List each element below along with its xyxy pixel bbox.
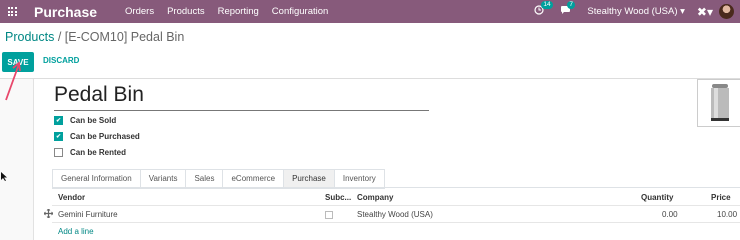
- apps-menu-icon[interactable]: [0, 0, 24, 23]
- column-header-company[interactable]: Company: [357, 193, 393, 202]
- company-name: Stealthy Wood (USA): [587, 6, 678, 17]
- activity-count-badge: 14: [541, 1, 553, 9]
- top-navbar: Purchase Orders Products Reporting Confi…: [0, 0, 740, 23]
- can-be-sold-label: Can be Sold: [70, 116, 117, 125]
- form-sheet: Pedal Bin ✔ Can be Sold ✔ Can be Purchas…: [33, 79, 740, 240]
- drag-handle-icon[interactable]: [44, 209, 53, 218]
- discard-button[interactable]: DISCARD: [43, 56, 79, 65]
- pedal-bin-image-icon: [711, 84, 729, 121]
- can-be-rented-row: Can be Rented: [54, 148, 126, 157]
- can-be-purchased-checkbox[interactable]: ✔: [54, 132, 63, 141]
- breadcrumb-products-link[interactable]: Products: [5, 30, 54, 44]
- menu-reporting[interactable]: Reporting: [218, 6, 259, 17]
- mouse-cursor-icon: [1, 172, 7, 181]
- product-image[interactable]: [697, 79, 740, 127]
- menu-orders[interactable]: Orders: [125, 6, 154, 17]
- tab-ecommerce[interactable]: eCommerce: [222, 169, 284, 189]
- can-be-rented-checkbox[interactable]: [54, 148, 63, 157]
- product-name-field[interactable]: Pedal Bin: [54, 83, 429, 111]
- notebook-tabs: General Information Variants Sales eComm…: [52, 169, 385, 189]
- can-be-purchased-row: ✔ Can be Purchased: [54, 132, 140, 141]
- add-a-line-link[interactable]: Add a line: [58, 227, 94, 236]
- can-be-rented-label: Can be Rented: [70, 148, 127, 157]
- tab-purchase[interactable]: Purchase: [283, 169, 334, 189]
- column-header-quantity[interactable]: Quantity: [641, 193, 673, 202]
- quantity-cell[interactable]: 0.00: [662, 210, 678, 219]
- menu-configuration[interactable]: Configuration: [272, 6, 329, 17]
- breadcrumb-current: [E-COM10] Pedal Bin: [64, 30, 185, 44]
- activity-clock-icon[interactable]: 14: [534, 1, 553, 18]
- control-panel: Products / [E-COM10] Pedal Bin SAVE DISC…: [0, 23, 740, 79]
- header-divider: [52, 205, 740, 206]
- column-header-subcontractor[interactable]: Subc...: [325, 193, 351, 202]
- tab-variants[interactable]: Variants: [139, 169, 186, 189]
- company-cell[interactable]: Stealthy Wood (USA): [357, 210, 433, 219]
- breadcrumb-separator: /: [57, 30, 65, 44]
- column-header-price[interactable]: Price: [711, 193, 731, 202]
- debug-tools-icon[interactable]: ✖▾: [697, 5, 713, 19]
- menu-products[interactable]: Products: [167, 6, 205, 17]
- user-avatar[interactable]: [719, 4, 734, 19]
- tab-divider: [52, 187, 740, 188]
- row-divider: [52, 222, 740, 223]
- can-be-sold-checkbox[interactable]: ✔: [54, 116, 63, 125]
- tab-inventory[interactable]: Inventory: [333, 169, 385, 189]
- vendor-cell[interactable]: Gemini Furniture: [58, 210, 118, 219]
- pointer-arrow-annotation: [5, 61, 21, 101]
- subcontractor-checkbox[interactable]: [325, 211, 333, 219]
- column-header-vendor[interactable]: Vendor: [58, 193, 85, 202]
- app-name[interactable]: Purchase: [34, 4, 97, 20]
- breadcrumb: Products / [E-COM10] Pedal Bin: [5, 30, 184, 44]
- message-count-badge: 7: [567, 1, 575, 9]
- company-switcher[interactable]: Stealthy Wood (USA) ▾: [587, 6, 685, 17]
- can-be-sold-row: ✔ Can be Sold: [54, 116, 116, 125]
- can-be-purchased-label: Can be Purchased: [70, 132, 140, 141]
- tab-sales[interactable]: Sales: [185, 169, 223, 189]
- messages-chat-icon[interactable]: 7: [560, 1, 575, 18]
- tab-general-information[interactable]: General Information: [52, 169, 140, 189]
- price-cell[interactable]: 10.00: [717, 210, 737, 219]
